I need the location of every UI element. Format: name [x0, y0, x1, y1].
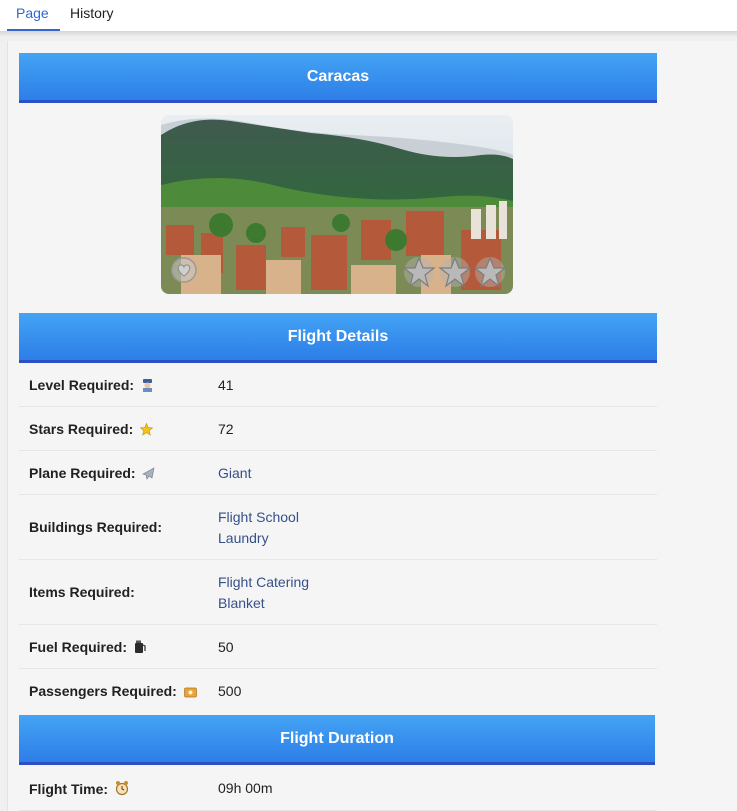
item-link-flight-catering[interactable]: Flight Catering	[218, 572, 309, 593]
star-rating-icon	[473, 256, 507, 288]
star-rating-icon	[438, 256, 472, 288]
alarm-clock-icon	[115, 781, 129, 796]
fuel-required-label: Fuel Required:	[29, 639, 128, 655]
tab-history[interactable]: History	[61, 0, 123, 31]
passengers-required-value: 500	[218, 683, 242, 699]
flight-time-row: Flight Time: 09h 00m	[19, 765, 657, 811]
pilot-icon	[142, 379, 152, 392]
buildings-required-label: Buildings Required:	[29, 519, 162, 535]
level-required-row: Level Required: 41	[19, 363, 657, 407]
star-icon	[140, 423, 154, 436]
tab-bar: Page History	[0, 0, 737, 31]
stars-required-label: Stars Required:	[29, 421, 134, 437]
flight-details-header: Flight Details	[19, 313, 657, 363]
passengers-required-label: Passengers Required:	[29, 683, 177, 699]
items-required-label: Items Required:	[29, 584, 135, 600]
level-required-value: 41	[218, 377, 234, 393]
ticket-icon	[183, 687, 197, 698]
building-link-flight-school[interactable]: Flight School	[218, 507, 299, 528]
item-link-blanket[interactable]: Blanket	[218, 593, 309, 614]
fuel-required-value: 50	[218, 639, 234, 655]
building-link-laundry[interactable]: Laundry	[218, 528, 299, 549]
plane-icon	[142, 467, 155, 480]
stars-required-row: Stars Required: 72	[19, 407, 657, 451]
stars-required-value: 72	[218, 421, 234, 437]
city-name-header: Caracas	[19, 53, 657, 103]
star-rating-icon	[402, 256, 436, 288]
plane-required-link[interactable]: Giant	[218, 463, 251, 484]
flight-duration-header: Flight Duration	[19, 715, 655, 765]
heart-icon[interactable]	[171, 257, 197, 283]
fuel-icon	[134, 640, 146, 653]
level-required-label: Level Required:	[29, 377, 135, 393]
items-required-row: Items Required: Flight Catering Blanket	[19, 560, 657, 625]
buildings-required-row: Buildings Required: Flight School Laundr…	[19, 495, 657, 560]
fuel-required-row: Fuel Required: 50	[19, 625, 657, 669]
plane-required-row: Plane Required: Giant	[19, 451, 657, 495]
flight-time-value: 09h 00m	[218, 780, 273, 796]
flight-time-label: Flight Time:	[29, 781, 109, 797]
passengers-required-row: Passengers Required: 500	[19, 669, 657, 713]
tab-page[interactable]: Page	[7, 0, 60, 31]
plane-required-label: Plane Required:	[29, 465, 136, 481]
